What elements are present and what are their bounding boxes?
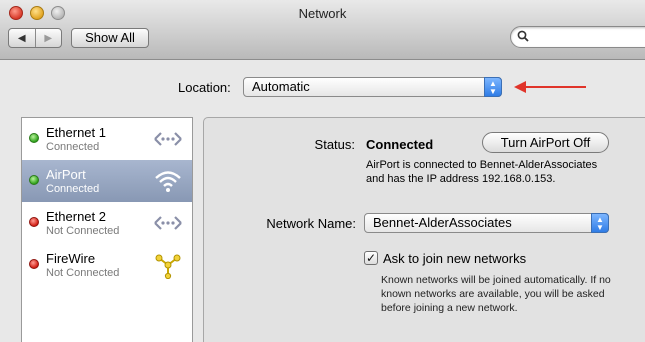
status-indicator-icon: [29, 259, 39, 269]
status-description: AirPort is connected to Bennet-AlderAsso…: [366, 159, 598, 185]
annotation-arrow: [514, 81, 586, 93]
service-status: Not Connected: [46, 225, 120, 237]
location-value: Automatic: [252, 79, 310, 94]
service-status: Not Connected: [46, 267, 120, 279]
ethernet-icon: [154, 132, 182, 146]
network-name-popup[interactable]: Bennet-AlderAssociates ▲ ▼: [364, 213, 609, 233]
service-status: Connected: [46, 141, 100, 153]
firewire-icon: [155, 254, 181, 279]
back-forward-control: ◀ ▶: [8, 28, 62, 48]
wifi-icon: [155, 171, 181, 192]
search-input[interactable]: [533, 29, 633, 45]
back-button[interactable]: ◀: [9, 29, 35, 47]
service-name: AirPort: [46, 167, 86, 182]
service-name: Ethernet 1: [46, 125, 106, 140]
service-item-ethernet-1[interactable]: Ethernet 1 Connected: [22, 118, 192, 160]
ask-to-join-checkbox[interactable]: ✓: [364, 251, 378, 265]
service-item-ethernet-2[interactable]: Ethernet 2 Not Connected: [22, 202, 192, 244]
service-name: Ethernet 2: [46, 209, 106, 224]
service-item-airport[interactable]: AirPort Connected: [22, 160, 192, 202]
location-popup[interactable]: Automatic ▲ ▼: [243, 77, 502, 97]
service-list[interactable]: Ethernet 1 Connected AirPort Connected E…: [21, 117, 193, 342]
status-label: Status:: [314, 137, 355, 152]
status-indicator-icon: [29, 133, 39, 143]
popup-stepper-icon: ▲ ▼: [484, 77, 502, 97]
search-icon: [517, 30, 529, 45]
search-field[interactable]: [510, 26, 645, 48]
network-name-label: Network Name:: [266, 216, 356, 231]
network-name-value: Bennet-AlderAssociates: [373, 215, 512, 230]
turn-airport-off-button[interactable]: Turn AirPort Off: [482, 132, 609, 153]
forward-arrow-icon: ▶: [44, 32, 53, 44]
status-indicator-icon: [29, 175, 39, 185]
show-all-button[interactable]: Show All: [71, 28, 149, 48]
service-item-firewire[interactable]: FireWire Not Connected: [22, 244, 192, 286]
window-title: Network: [298, 6, 347, 21]
location-label: Location:: [178, 80, 231, 95]
status-value: Connected: [366, 137, 434, 152]
ask-to-join-description: Known networks will be joined automatica…: [381, 274, 611, 314]
popup-stepper-icon: ▲ ▼: [591, 213, 609, 233]
forward-button[interactable]: ▶: [34, 29, 62, 47]
ethernet-icon: [154, 216, 182, 230]
status-indicator-icon: [29, 217, 39, 227]
back-arrow-icon: ◀: [17, 32, 26, 44]
service-status: Connected: [46, 183, 100, 195]
window-toolbar: Network ◀ ▶ Show All: [0, 0, 645, 60]
ask-to-join-label[interactable]: Ask to join new networks: [383, 251, 526, 266]
service-name: FireWire: [46, 251, 96, 266]
checkmark-icon: ✓: [365, 251, 377, 265]
